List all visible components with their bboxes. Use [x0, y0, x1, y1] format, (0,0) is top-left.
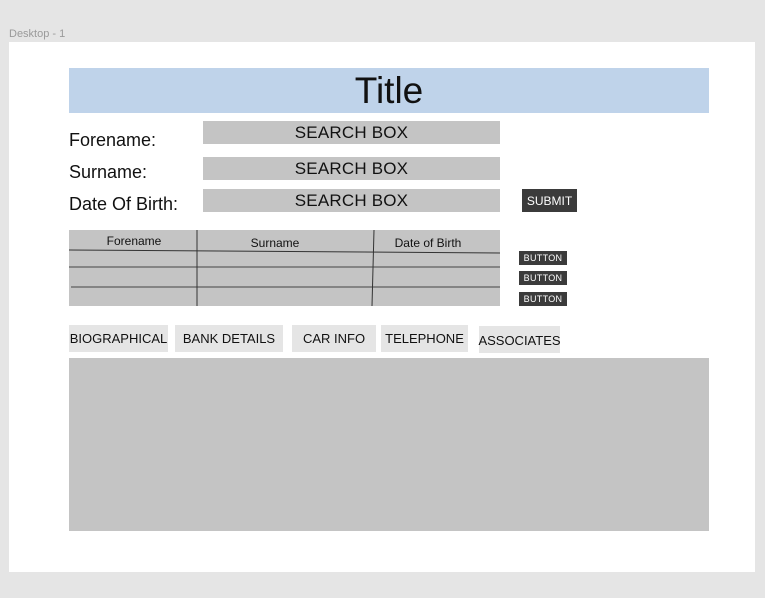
tab-car-info[interactable]: CAR INFO — [292, 325, 376, 352]
submit-button[interactable]: SUBMIT — [522, 189, 577, 212]
row-button-3[interactable]: BUTTON — [519, 292, 567, 306]
tab-bank-details[interactable]: BANK DETAILS — [175, 325, 283, 352]
surname-label: Surname: — [69, 162, 148, 182]
frame-label: Desktop - 1 — [9, 28, 66, 40]
tab-associates[interactable]: ASSOCIATES — [478, 326, 561, 353]
desktop-frame: Title Forename: Surname: Date Of Birth: … — [9, 42, 755, 572]
tab-biographical[interactable]: BIOGRAPHICAL — [69, 325, 168, 352]
table-row[interactable] — [69, 268, 500, 287]
dob-search-input[interactable]: SEARCH BOX — [203, 189, 500, 212]
forename-search-input[interactable]: SEARCH BOX — [203, 121, 500, 144]
tab-telephone[interactable]: TELEPHONE — [381, 325, 468, 352]
forename-label: Forename: — [69, 130, 157, 150]
results-table: Forename Surname Date of Birth — [69, 230, 500, 306]
column-header-forename[interactable]: Forename — [74, 234, 194, 248]
tab-content-panel — [69, 358, 709, 531]
column-header-dob[interactable]: Date of Birth — [368, 236, 488, 250]
page-title: Title — [69, 68, 709, 113]
surname-search-input[interactable]: SEARCH BOX — [203, 157, 500, 180]
dob-label: Date Of Birth: — [69, 194, 179, 214]
table-row[interactable] — [69, 288, 500, 306]
row-button-1[interactable]: BUTTON — [519, 251, 567, 265]
row-button-2[interactable]: BUTTON — [519, 271, 567, 285]
table-row[interactable] — [69, 252, 500, 267]
column-header-surname[interactable]: Surname — [215, 236, 335, 250]
